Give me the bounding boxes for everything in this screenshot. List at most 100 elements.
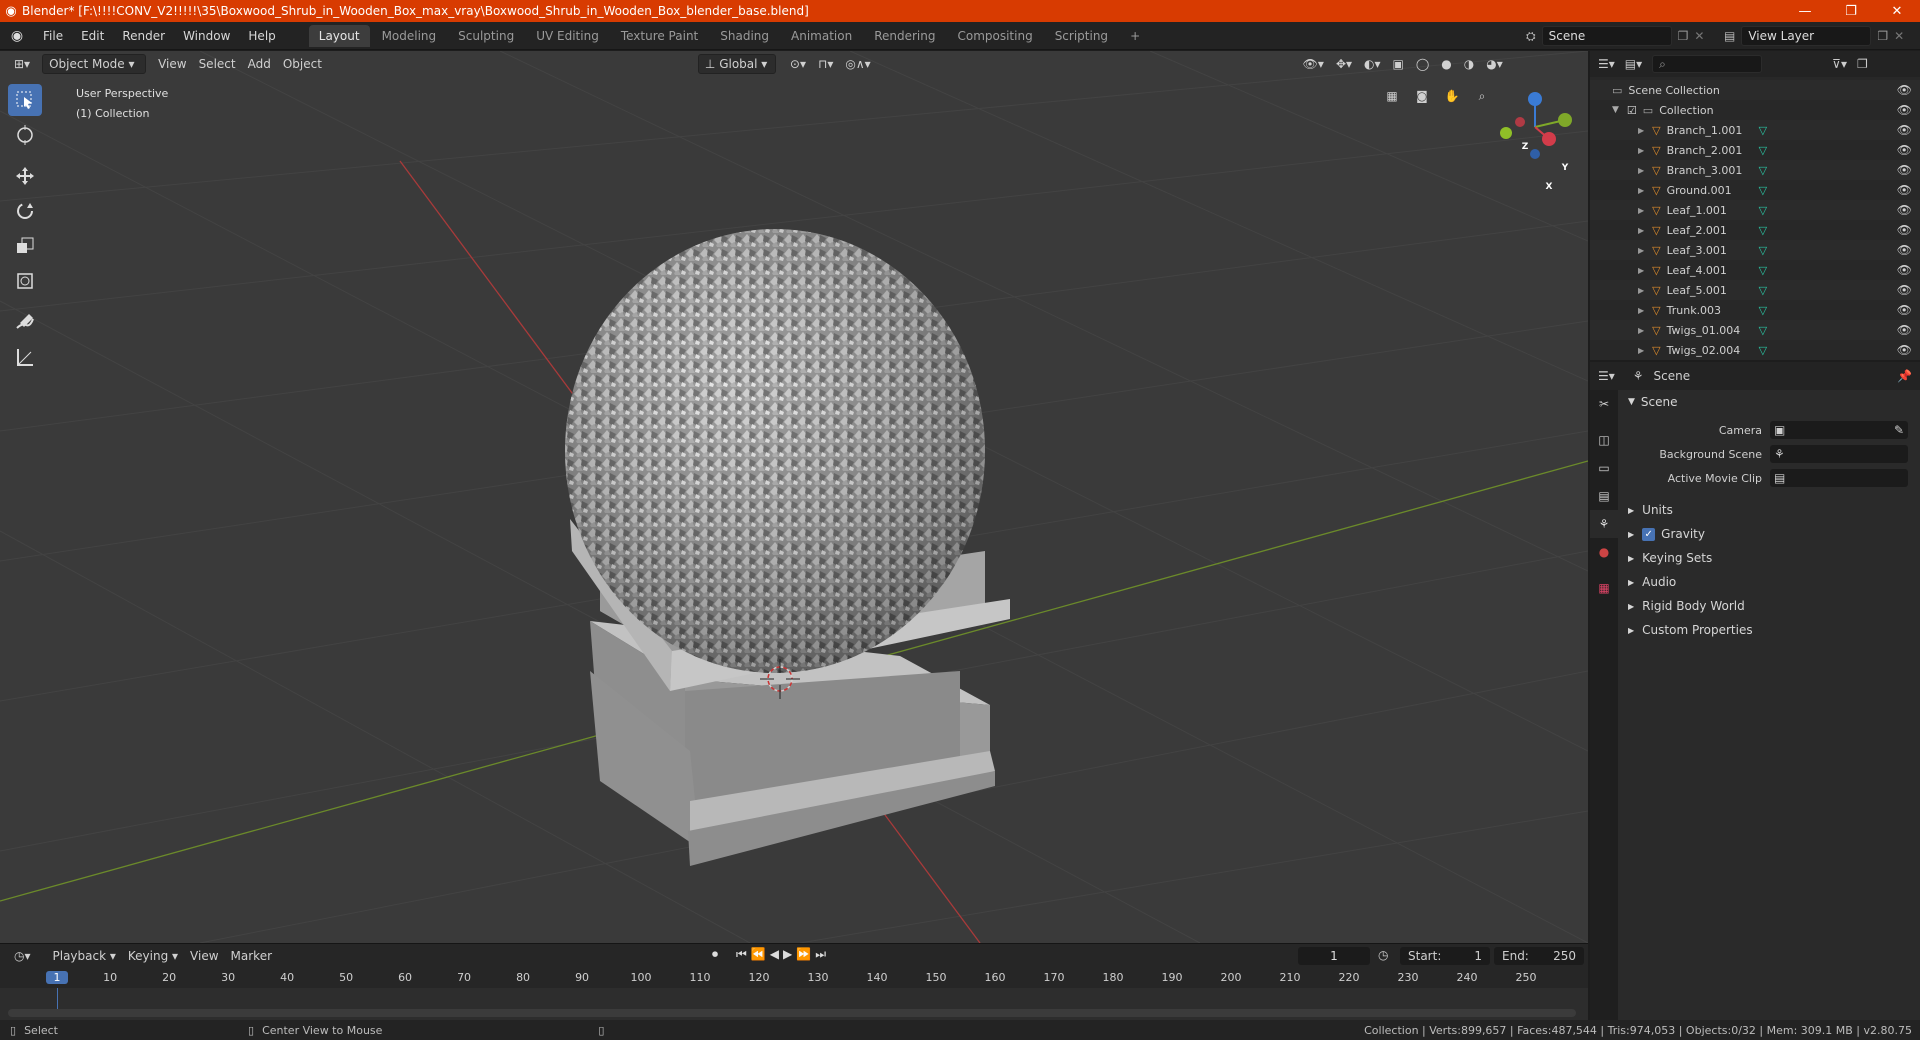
- eye-icon[interactable]: 👁: [1897, 163, 1912, 177]
- mesh-data-icon[interactable]: ▽: [1759, 204, 1767, 217]
- select-box-tool[interactable]: [8, 84, 42, 116]
- eye-icon[interactable]: 👁: [1897, 123, 1912, 137]
- menu-marker[interactable]: Marker: [225, 946, 278, 966]
- outliner-object-row[interactable]: ▶ ▽ Leaf_4.001 ▽ 👁: [1590, 260, 1920, 280]
- snap-icon[interactable]: ⊓▾: [812, 54, 839, 74]
- properties-section-header[interactable]: ▶ Audio: [1620, 570, 1920, 594]
- timeline-track[interactable]: 1 10 20 30 40 50 60 70 80 90 100 110 120 130 140 150 160…: [0, 968, 1588, 1021]
- restore-button[interactable]: ❐: [1828, 0, 1874, 22]
- outliner-search-input[interactable]: ⌕: [1652, 55, 1763, 73]
- properties-section-header[interactable]: ▶ Units: [1620, 498, 1920, 522]
- properties-editor-type-icon[interactable]: ☰▾: [1598, 369, 1615, 383]
- scene-selector[interactable]: Scene: [1541, 26, 1672, 46]
- measure-tool[interactable]: [8, 341, 42, 373]
- eye-icon[interactable]: 👁: [1897, 83, 1912, 97]
- mesh-data-icon[interactable]: ▽: [1759, 244, 1767, 257]
- outliner-object-row[interactable]: ▶ ▽ Twigs_02.004 ▽ 👁: [1590, 340, 1920, 360]
- expand-arrow-icon[interactable]: ▼: [1612, 105, 1619, 115]
- active-movie-clip-field[interactable]: ▤: [1770, 469, 1908, 487]
- menu-edit[interactable]: Edit: [72, 29, 113, 43]
- expand-arrow-icon[interactable]: ▶: [1638, 166, 1644, 175]
- expand-arrow-icon[interactable]: ▶: [1638, 226, 1644, 235]
- outliner-object-row[interactable]: ▶ ▽ Branch_3.001 ▽ 👁: [1590, 160, 1920, 180]
- zoom-icon[interactable]: ⌕: [1470, 86, 1494, 106]
- eye-icon[interactable]: 👁: [1897, 283, 1912, 297]
- scene-tab-icon[interactable]: ⚘: [1590, 510, 1618, 538]
- grid-toggle-icon[interactable]: ▦: [1380, 86, 1404, 106]
- pivot-point-icon[interactable]: ⊙▾: [784, 54, 812, 74]
- expand-arrow-icon[interactable]: ▶: [1638, 326, 1644, 335]
- outliner-collection[interactable]: ▼ ☑ ▭ Collection 👁: [1590, 100, 1920, 120]
- visibility-icon[interactable]: 👁▾: [1297, 54, 1330, 74]
- outliner-editor-type-icon[interactable]: ☰▾: [1598, 57, 1615, 71]
- menu-add[interactable]: Add: [242, 54, 277, 74]
- view-layer-selector[interactable]: View Layer: [1741, 26, 1872, 46]
- current-frame-field[interactable]: 1: [1298, 947, 1370, 965]
- expand-arrow-icon[interactable]: ▶: [1638, 286, 1644, 295]
- material-shading-icon[interactable]: ◑: [1458, 54, 1480, 74]
- pan-hand-icon[interactable]: ✋: [1440, 86, 1464, 106]
- eye-icon[interactable]: 👁: [1897, 303, 1912, 317]
- navigation-gizmo[interactable]: [1500, 92, 1572, 159]
- end-frame-field[interactable]: End: 250: [1494, 947, 1584, 965]
- minimize-button[interactable]: —: [1782, 0, 1828, 22]
- rotate-tool[interactable]: [8, 195, 42, 227]
- start-frame-field[interactable]: Start: 1: [1400, 947, 1490, 965]
- menu-window[interactable]: Window: [174, 29, 239, 43]
- transform-tool[interactable]: [8, 265, 42, 297]
- eye-icon[interactable]: 👁: [1897, 203, 1912, 217]
- outliner-scene-collection[interactable]: ▭ Scene Collection 👁: [1590, 80, 1920, 100]
- eye-icon[interactable]: 👁: [1897, 143, 1912, 157]
- scene-new-icon[interactable]: ❐: [1678, 29, 1689, 43]
- mode-selector[interactable]: Object Mode ▾: [42, 54, 147, 74]
- outliner-object-row[interactable]: ▶ ▽ Trunk.003 ▽ 👁: [1590, 300, 1920, 320]
- outliner-object-row[interactable]: ▶ ▽ Branch_1.001 ▽ 👁: [1590, 120, 1920, 140]
- eye-icon[interactable]: 👁: [1897, 223, 1912, 237]
- outliner-object-row[interactable]: ▶ ▽ Branch_2.001 ▽ 👁: [1590, 140, 1920, 160]
- blender-menu-icon[interactable]: ◉: [0, 28, 34, 44]
- rendered-shading-icon[interactable]: ◕▾: [1480, 54, 1509, 74]
- expand-arrow-icon[interactable]: ▶: [1638, 186, 1644, 195]
- menu-playback[interactable]: Playback ▾: [47, 946, 122, 966]
- outliner-display-mode-icon[interactable]: ▤▾: [1625, 57, 1642, 71]
- properties-section-header[interactable]: ▶ Rigid Body World: [1620, 594, 1920, 618]
- annotate-tool[interactable]: [8, 306, 42, 338]
- menu-render[interactable]: Render: [113, 29, 174, 43]
- texture-tab-icon[interactable]: ▦: [1590, 574, 1618, 602]
- transform-orientation-selector[interactable]: ⊥ Global ▾: [697, 54, 776, 74]
- eye-icon[interactable]: 👁: [1897, 103, 1912, 117]
- checkbox-icon[interactable]: ☑: [1627, 104, 1637, 117]
- eye-icon[interactable]: 👁: [1897, 263, 1912, 277]
- pin-icon[interactable]: 📌: [1897, 369, 1912, 383]
- tab-layout[interactable]: Layout: [308, 24, 370, 47]
- outliner-object-row[interactable]: ▶ ▽ Leaf_1.001 ▽ 👁: [1590, 200, 1920, 220]
- editor-type-icon[interactable]: ⊞▾: [8, 54, 36, 74]
- world-tab-icon[interactable]: ●: [1590, 538, 1618, 566]
- mesh-data-icon[interactable]: ▽: [1759, 184, 1767, 197]
- menu-select[interactable]: Select: [193, 54, 242, 74]
- properties-section-header[interactable]: ▶ ✓ Gravity: [1620, 522, 1920, 546]
- jump-end-icon[interactable]: ⏭: [815, 947, 826, 962]
- eye-icon[interactable]: 👁: [1897, 343, 1912, 357]
- eye-icon[interactable]: 👁: [1897, 323, 1912, 337]
- camera-field[interactable]: ▣ ✎: [1770, 421, 1908, 439]
- record-button-icon[interactable]: ⏺: [712, 947, 718, 962]
- expand-arrow-icon[interactable]: ▶: [1638, 246, 1644, 255]
- eye-icon[interactable]: 👁: [1897, 243, 1912, 257]
- play-reverse-icon[interactable]: ◀: [770, 947, 779, 962]
- eyedropper-icon[interactable]: ✎: [1894, 423, 1904, 437]
- background-scene-field[interactable]: ⚘: [1770, 445, 1908, 463]
- mesh-data-icon[interactable]: ▽: [1759, 304, 1767, 317]
- tab-uv-editing[interactable]: UV Editing: [526, 25, 609, 47]
- expand-arrow-icon[interactable]: ▶: [1638, 126, 1644, 135]
- clock-icon[interactable]: ◷: [1378, 948, 1388, 962]
- output-tab-icon[interactable]: ▭: [1590, 454, 1618, 482]
- menu-view-timeline[interactable]: View: [184, 946, 224, 966]
- tool-tab-icon[interactable]: ✂: [1590, 390, 1618, 418]
- eye-icon[interactable]: 👁: [1897, 183, 1912, 197]
- filter-icon[interactable]: ⊽▾: [1832, 57, 1847, 71]
- expand-arrow-icon[interactable]: ▶: [1638, 206, 1644, 215]
- menu-help[interactable]: Help: [239, 29, 284, 43]
- expand-arrow-icon[interactable]: ▶: [1638, 146, 1644, 155]
- scene-remove-icon[interactable]: ✕: [1694, 29, 1704, 43]
